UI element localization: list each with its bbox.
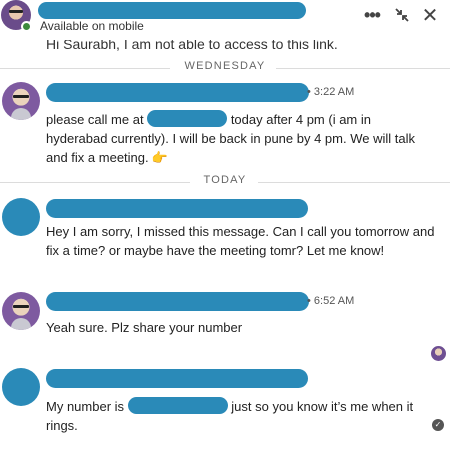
more-dots-icon[interactable]: ••• xyxy=(363,5,381,25)
date-divider-wednesday: WEDNESDAY xyxy=(0,60,450,76)
online-status-icon xyxy=(21,21,32,32)
date-divider-label: TODAY xyxy=(203,174,247,186)
sender-avatar-redacted[interactable] xyxy=(2,198,40,236)
contact-name-redacted[interactable] xyxy=(38,2,306,19)
sender-avatar[interactable] xyxy=(2,292,40,330)
delivered-check-icon: ✓ xyxy=(432,419,444,431)
conversation-header: Available on mobile ••• ✕ xyxy=(0,0,450,40)
collapse-arrows-icon[interactable] xyxy=(393,6,411,24)
sender-name-redacted[interactable] xyxy=(46,83,309,102)
close-icon[interactable]: ✕ xyxy=(421,5,439,27)
phone-redacted xyxy=(147,110,228,127)
message-body: Yeah sure. Plz share your number xyxy=(46,320,243,335)
message-body: please call me at today after 4 pm (i am… xyxy=(46,110,415,165)
sender-avatar-redacted[interactable] xyxy=(2,368,40,406)
sender-name-redacted[interactable] xyxy=(46,199,308,218)
sender-avatar[interactable] xyxy=(2,82,40,120)
message-timestamp: • 3:22 AM xyxy=(307,86,355,98)
message-body: Hey I am sorry, I missed this message. C… xyxy=(46,224,435,258)
date-divider-label: WEDNESDAY xyxy=(184,60,266,72)
phone-redacted xyxy=(127,397,228,414)
pointing-hand-icon: 👈 xyxy=(152,150,169,165)
date-divider-today: TODAY xyxy=(0,174,450,190)
message-timestamp: • 6:52 AM xyxy=(307,295,355,307)
availability-status: Available on mobile xyxy=(40,19,144,33)
sender-name-redacted[interactable] xyxy=(46,292,309,311)
sender-name-redacted[interactable] xyxy=(46,369,308,388)
message-body: My number is just so you know it’s me wh… xyxy=(46,397,414,433)
seen-receipt-avatar xyxy=(431,346,446,361)
